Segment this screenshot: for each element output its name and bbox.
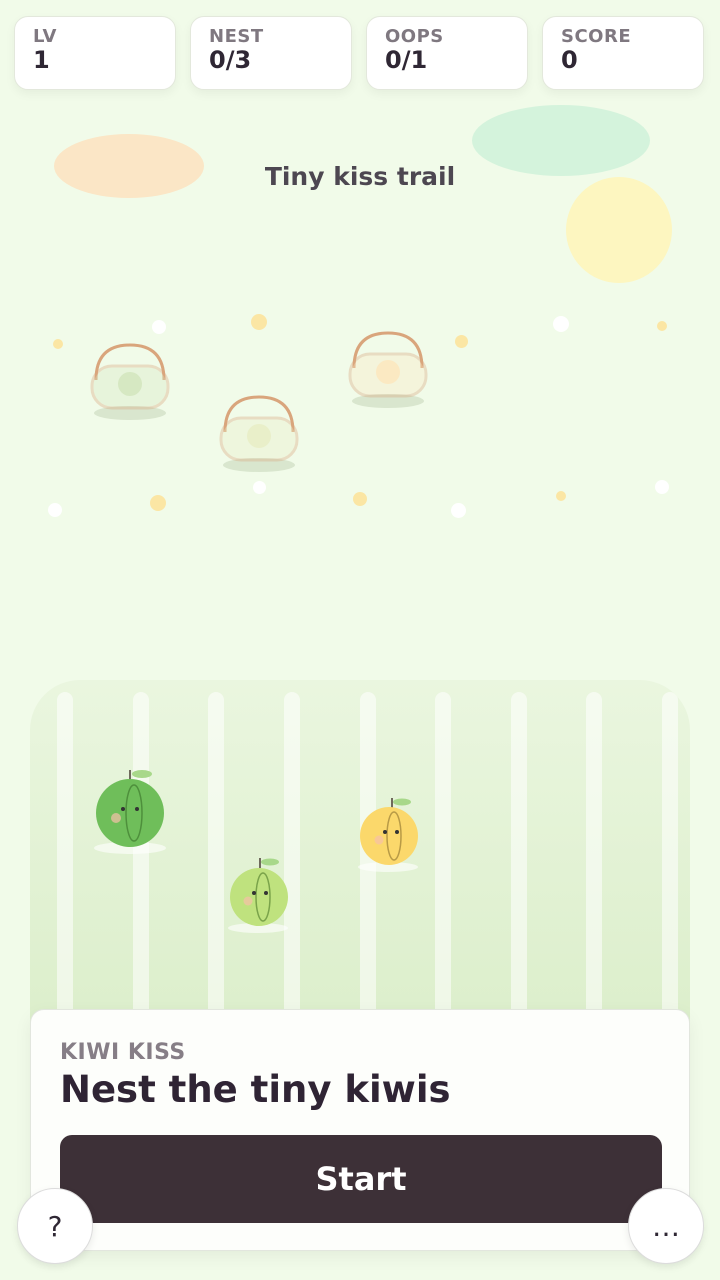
more-icon: … [652,1209,680,1243]
sparkle-dot [451,503,466,518]
more-button[interactable]: … [628,1188,704,1264]
nest-label: NEST [209,26,264,47]
nest-value: 0/3 [209,46,252,74]
help-button[interactable]: ? [17,1188,93,1264]
sparkle-dot [353,492,367,506]
sparkle-dot [657,321,667,331]
oops-card: OOPS 0/1 [366,16,528,90]
sun [566,177,672,283]
nest-card: NEST 0/3 [190,16,352,90]
level-label: LV [33,26,57,47]
sparkle-dot [251,314,267,330]
lime-kiwi[interactable] [220,855,300,935]
score-card: SCORE 0 [542,16,704,90]
start-button[interactable]: Start [60,1135,662,1223]
sparkle-dot [150,495,166,511]
hud-bar: LV 1 NEST 0/3 OOPS 0/1 SCORE 0 [14,16,706,92]
sparkle-dot [48,503,62,517]
sparkle-dot [553,316,569,332]
level-title: Tiny kiss trail [264,162,456,191]
sparkle-dot [655,480,669,494]
basket-1[interactable] [80,340,180,424]
score-value: 0 [561,46,578,74]
level-value: 1 [33,46,50,74]
level-intro-panel: KIWI KISS Nest the tiny kiwis Start [30,1009,690,1251]
basket-3[interactable] [338,328,438,412]
green-apple[interactable] [86,766,176,856]
oops-label: OOPS [385,26,444,47]
sparkle-dot [152,320,166,334]
oops-value: 0/1 [385,46,428,74]
sparkle-dot [253,481,266,494]
sparkle-dot [455,335,468,348]
level-card: LV 1 [14,16,176,90]
score-label: SCORE [561,26,632,47]
yellow-kiwi[interactable] [350,795,430,875]
panel-heading: Nest the tiny kiwis [60,1068,451,1111]
panel-kicker: KIWI KISS [60,1040,186,1065]
sparkle-dot [556,491,566,501]
help-icon: ? [47,1209,63,1243]
basket-2[interactable] [209,392,309,476]
sparkle-dot [53,339,63,349]
